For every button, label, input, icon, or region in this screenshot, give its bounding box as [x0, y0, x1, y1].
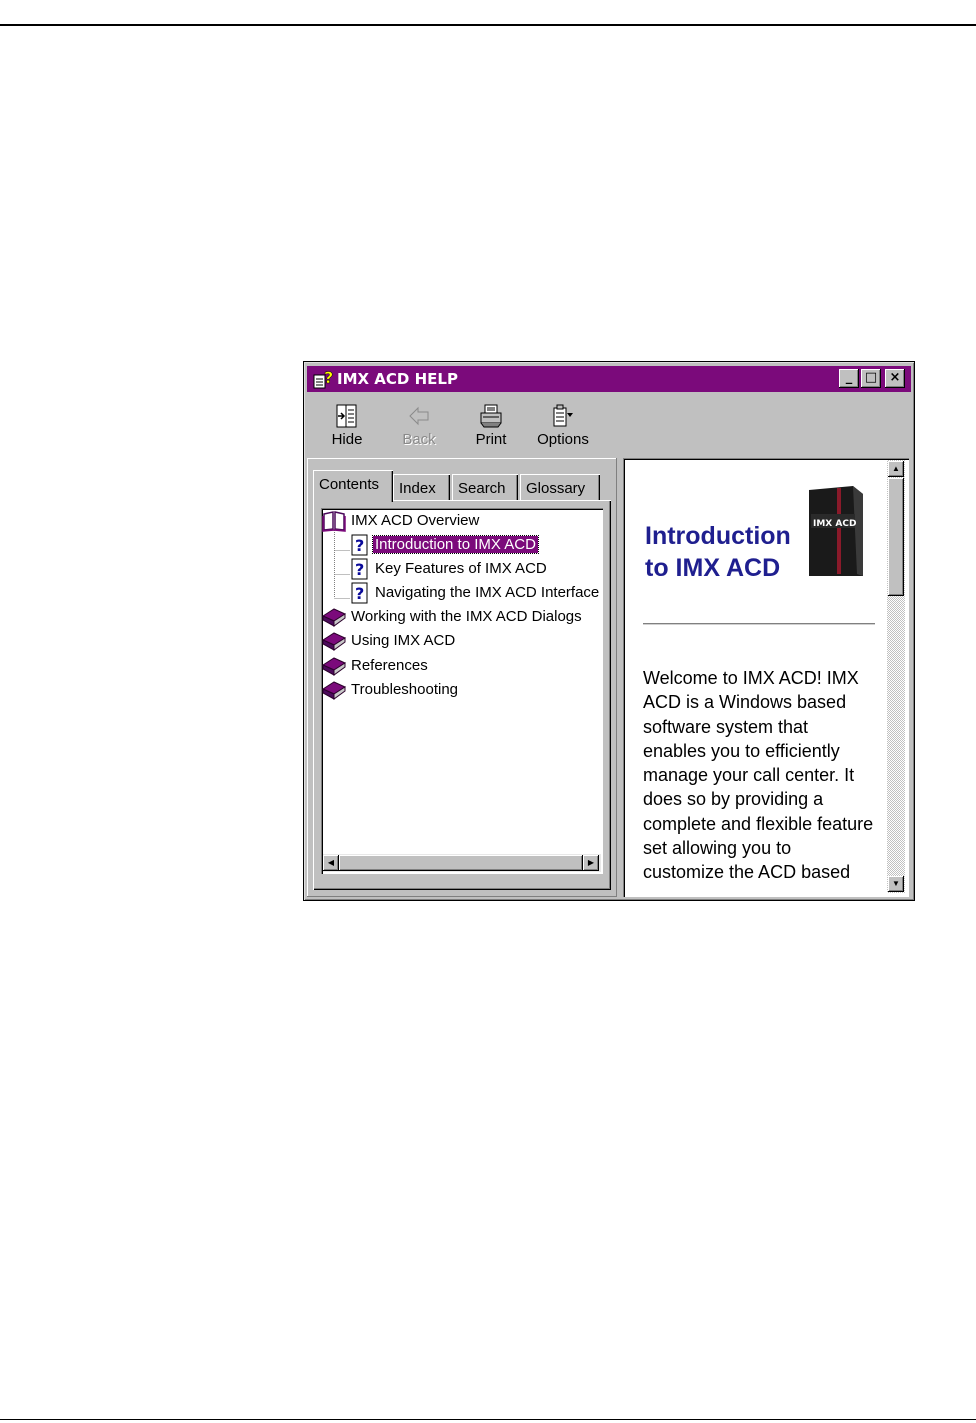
- tree-item-label: Introduction to IMX ACD: [372, 535, 539, 554]
- tab-search[interactable]: Search: [452, 474, 518, 500]
- scroll-up-button[interactable]: ▲: [888, 461, 904, 477]
- print-label: Print: [475, 431, 507, 448]
- page-bottom-rule: [0, 1419, 976, 1420]
- tab-search-label: Search: [458, 480, 506, 497]
- scroll-right-button[interactable]: ▶: [583, 855, 599, 871]
- tree-item-label: Working with the IMX ACD Dialogs: [351, 608, 582, 625]
- topic-divider: [643, 623, 875, 624]
- topic-title-line1: Introduction: [645, 522, 791, 550]
- tree-item-label: References: [351, 657, 428, 674]
- back-button[interactable]: Back: [387, 399, 451, 451]
- open-book-icon: [322, 511, 346, 532]
- help-page-icon: ?: [351, 582, 368, 604]
- scroll-thumb[interactable]: [888, 478, 904, 596]
- hide-pane-icon: [336, 404, 357, 428]
- tree-item-label: Key Features of IMX ACD: [375, 560, 547, 577]
- back-label: Back: [402, 431, 436, 448]
- hide-label: Hide: [331, 431, 363, 448]
- help-window: ? IMX ACD HELP _ □ × Hide Back Print Opt…: [303, 361, 915, 901]
- tab-contents[interactable]: Contents: [313, 470, 393, 502]
- minimize-button[interactable]: _: [839, 369, 859, 388]
- contents-tree: IMX ACD Overview ? Introduction to IMX A…: [321, 508, 603, 874]
- hide-button[interactable]: Hide: [315, 399, 379, 451]
- tab-index-label: Index: [399, 480, 436, 497]
- topic-title-line2: to IMX ACD: [645, 554, 781, 582]
- help-page-icon: ?: [351, 534, 368, 556]
- help-page-icon: ?: [351, 558, 368, 580]
- contents-panel: IMX ACD Overview ? Introduction to IMX A…: [313, 500, 611, 890]
- tree-item-label: Using IMX ACD: [351, 632, 456, 649]
- topic-body: Welcome to IMX ACD! IMX ACD is a Windows…: [643, 668, 874, 883]
- scroll-left-button[interactable]: ◀: [323, 855, 339, 871]
- print-button[interactable]: Print: [459, 399, 523, 451]
- closed-book-icon: [321, 657, 347, 676]
- product-cabinet-image: IMX ACD: [801, 484, 869, 580]
- window-title: IMX ACD HELP: [337, 370, 458, 388]
- page-top-rule: [0, 24, 976, 26]
- navigation-pane: Contents Index Search Glossary IMX ACD O…: [307, 458, 617, 897]
- scroll-down-button[interactable]: ▼: [888, 876, 904, 892]
- vertical-scrollbar[interactable]: ▲ ▼: [887, 460, 905, 893]
- tree-item-label: IMX ACD Overview: [351, 512, 480, 529]
- svg-text:?: ?: [324, 369, 333, 387]
- options-button[interactable]: Options: [531, 399, 595, 451]
- svg-text:?: ?: [355, 560, 364, 579]
- tab-glossary[interactable]: Glossary: [520, 474, 600, 500]
- maximize-button[interactable]: □: [861, 369, 881, 388]
- product-label: IMX ACD: [813, 519, 856, 529]
- help-book-icon: ?: [313, 369, 333, 389]
- printer-icon: [480, 404, 502, 428]
- tab-contents-label: Contents: [319, 476, 380, 493]
- closed-book-icon: [321, 632, 347, 651]
- options-label: Options: [537, 431, 589, 448]
- topic-title: Introduction to IMX ACD: [645, 520, 795, 584]
- close-button[interactable]: ×: [885, 369, 905, 388]
- tree-item-label: Troubleshooting: [351, 681, 459, 698]
- scroll-thumb[interactable]: [339, 855, 583, 871]
- title-bar[interactable]: ? IMX ACD HELP _ □ ×: [307, 366, 911, 392]
- back-arrow-icon: [409, 406, 429, 426]
- tree-item-label: Navigating the IMX ACD Interface: [375, 584, 600, 601]
- topic-pane: Introduction to IMX ACD IMX ACD Welcome …: [623, 458, 909, 897]
- tab-index[interactable]: Index: [393, 474, 450, 500]
- closed-book-icon: [321, 681, 347, 700]
- toolbar: Hide Back Print Options: [307, 395, 911, 453]
- svg-text:?: ?: [355, 584, 364, 603]
- options-icon: [553, 404, 573, 427]
- horizontal-scrollbar[interactable]: ◀ ▶: [323, 854, 601, 872]
- svg-text:?: ?: [355, 536, 364, 555]
- tab-glossary-label: Glossary: [526, 480, 586, 497]
- closed-book-icon: [321, 608, 347, 627]
